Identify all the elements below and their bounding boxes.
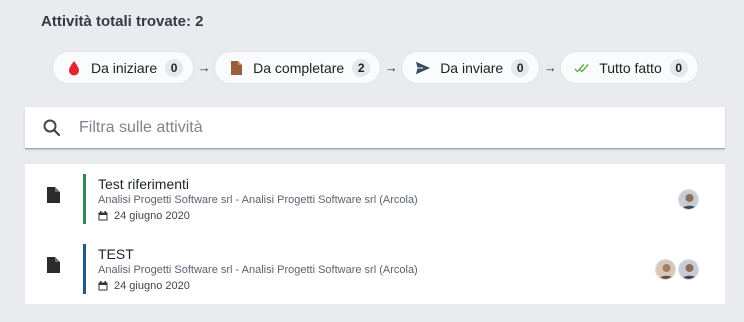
document-icon	[45, 255, 61, 275]
assignee-avatars	[676, 189, 699, 210]
activity-date-text: 24 giugno 2020	[114, 210, 190, 222]
step-count: 0	[511, 58, 530, 77]
activities-page: Attività totali trovate: 2 Da iniziare 0…	[0, 0, 744, 322]
step-label: Tutto fatto	[599, 59, 662, 76]
double-check-icon	[574, 60, 590, 76]
activity-subtitle: Analisi Progetti Software srl - Analisi …	[98, 194, 418, 206]
list-item[interactable]: Test riferimenti Analisi Progetti Softwa…	[25, 164, 725, 234]
send-icon	[415, 60, 431, 76]
step-label: Da inviare	[440, 59, 504, 76]
activity-date: 24 giugno 2020	[98, 209, 418, 223]
activity-date-text: 24 giugno 2020	[114, 280, 190, 292]
step-da-iniziare[interactable]: Da iniziare 0	[53, 52, 194, 83]
brown-document-icon	[228, 60, 244, 76]
step-label: Da completare	[253, 59, 345, 76]
search-icon[interactable]	[42, 118, 62, 138]
list-item[interactable]: TEST Analisi Progetti Software srl - Ana…	[25, 234, 725, 304]
page-title: Attività totali trovate: 2	[41, 13, 204, 30]
step-count: 2	[352, 58, 371, 77]
step-count: 0	[669, 58, 688, 77]
activity-date: 24 giugno 2020	[98, 279, 418, 293]
activity-texts: Test riferimenti Analisi Progetti Softwa…	[98, 176, 418, 223]
search-input[interactable]	[79, 118, 679, 137]
arrow-right-icon: →	[384, 60, 398, 75]
step-da-inviare[interactable]: Da inviare 0	[402, 52, 540, 83]
activity-subtitle: Analisi Progetti Software srl - Analisi …	[98, 264, 418, 276]
avatar[interactable]	[655, 259, 676, 280]
arrow-right-icon: →	[197, 60, 211, 75]
arrow-right-icon: →	[543, 60, 557, 75]
assignee-avatars	[653, 259, 699, 280]
calendar-icon	[98, 281, 108, 291]
step-label: Da iniziare	[91, 59, 158, 76]
step-da-completare[interactable]: Da completare 2	[215, 52, 381, 83]
red-drop-icon	[66, 60, 82, 76]
document-icon	[45, 185, 61, 205]
activity-texts: TEST Analisi Progetti Software srl - Ana…	[98, 246, 418, 293]
activity-list: Test riferimenti Analisi Progetti Softwa…	[25, 164, 725, 304]
search-bar	[25, 107, 725, 149]
step-count: 0	[165, 58, 184, 77]
avatar[interactable]	[678, 259, 699, 280]
activity-title: Test riferimenti	[98, 176, 190, 192]
avatar[interactable]	[678, 189, 699, 210]
calendar-icon	[98, 211, 108, 221]
status-bar	[83, 174, 86, 224]
status-bar	[83, 244, 86, 294]
status-steps: Da iniziare 0 → Da completare 2 → Da inv…	[53, 52, 698, 83]
step-tutto-fatto[interactable]: Tutto fatto 0	[561, 52, 698, 83]
activity-title: TEST	[98, 246, 134, 262]
